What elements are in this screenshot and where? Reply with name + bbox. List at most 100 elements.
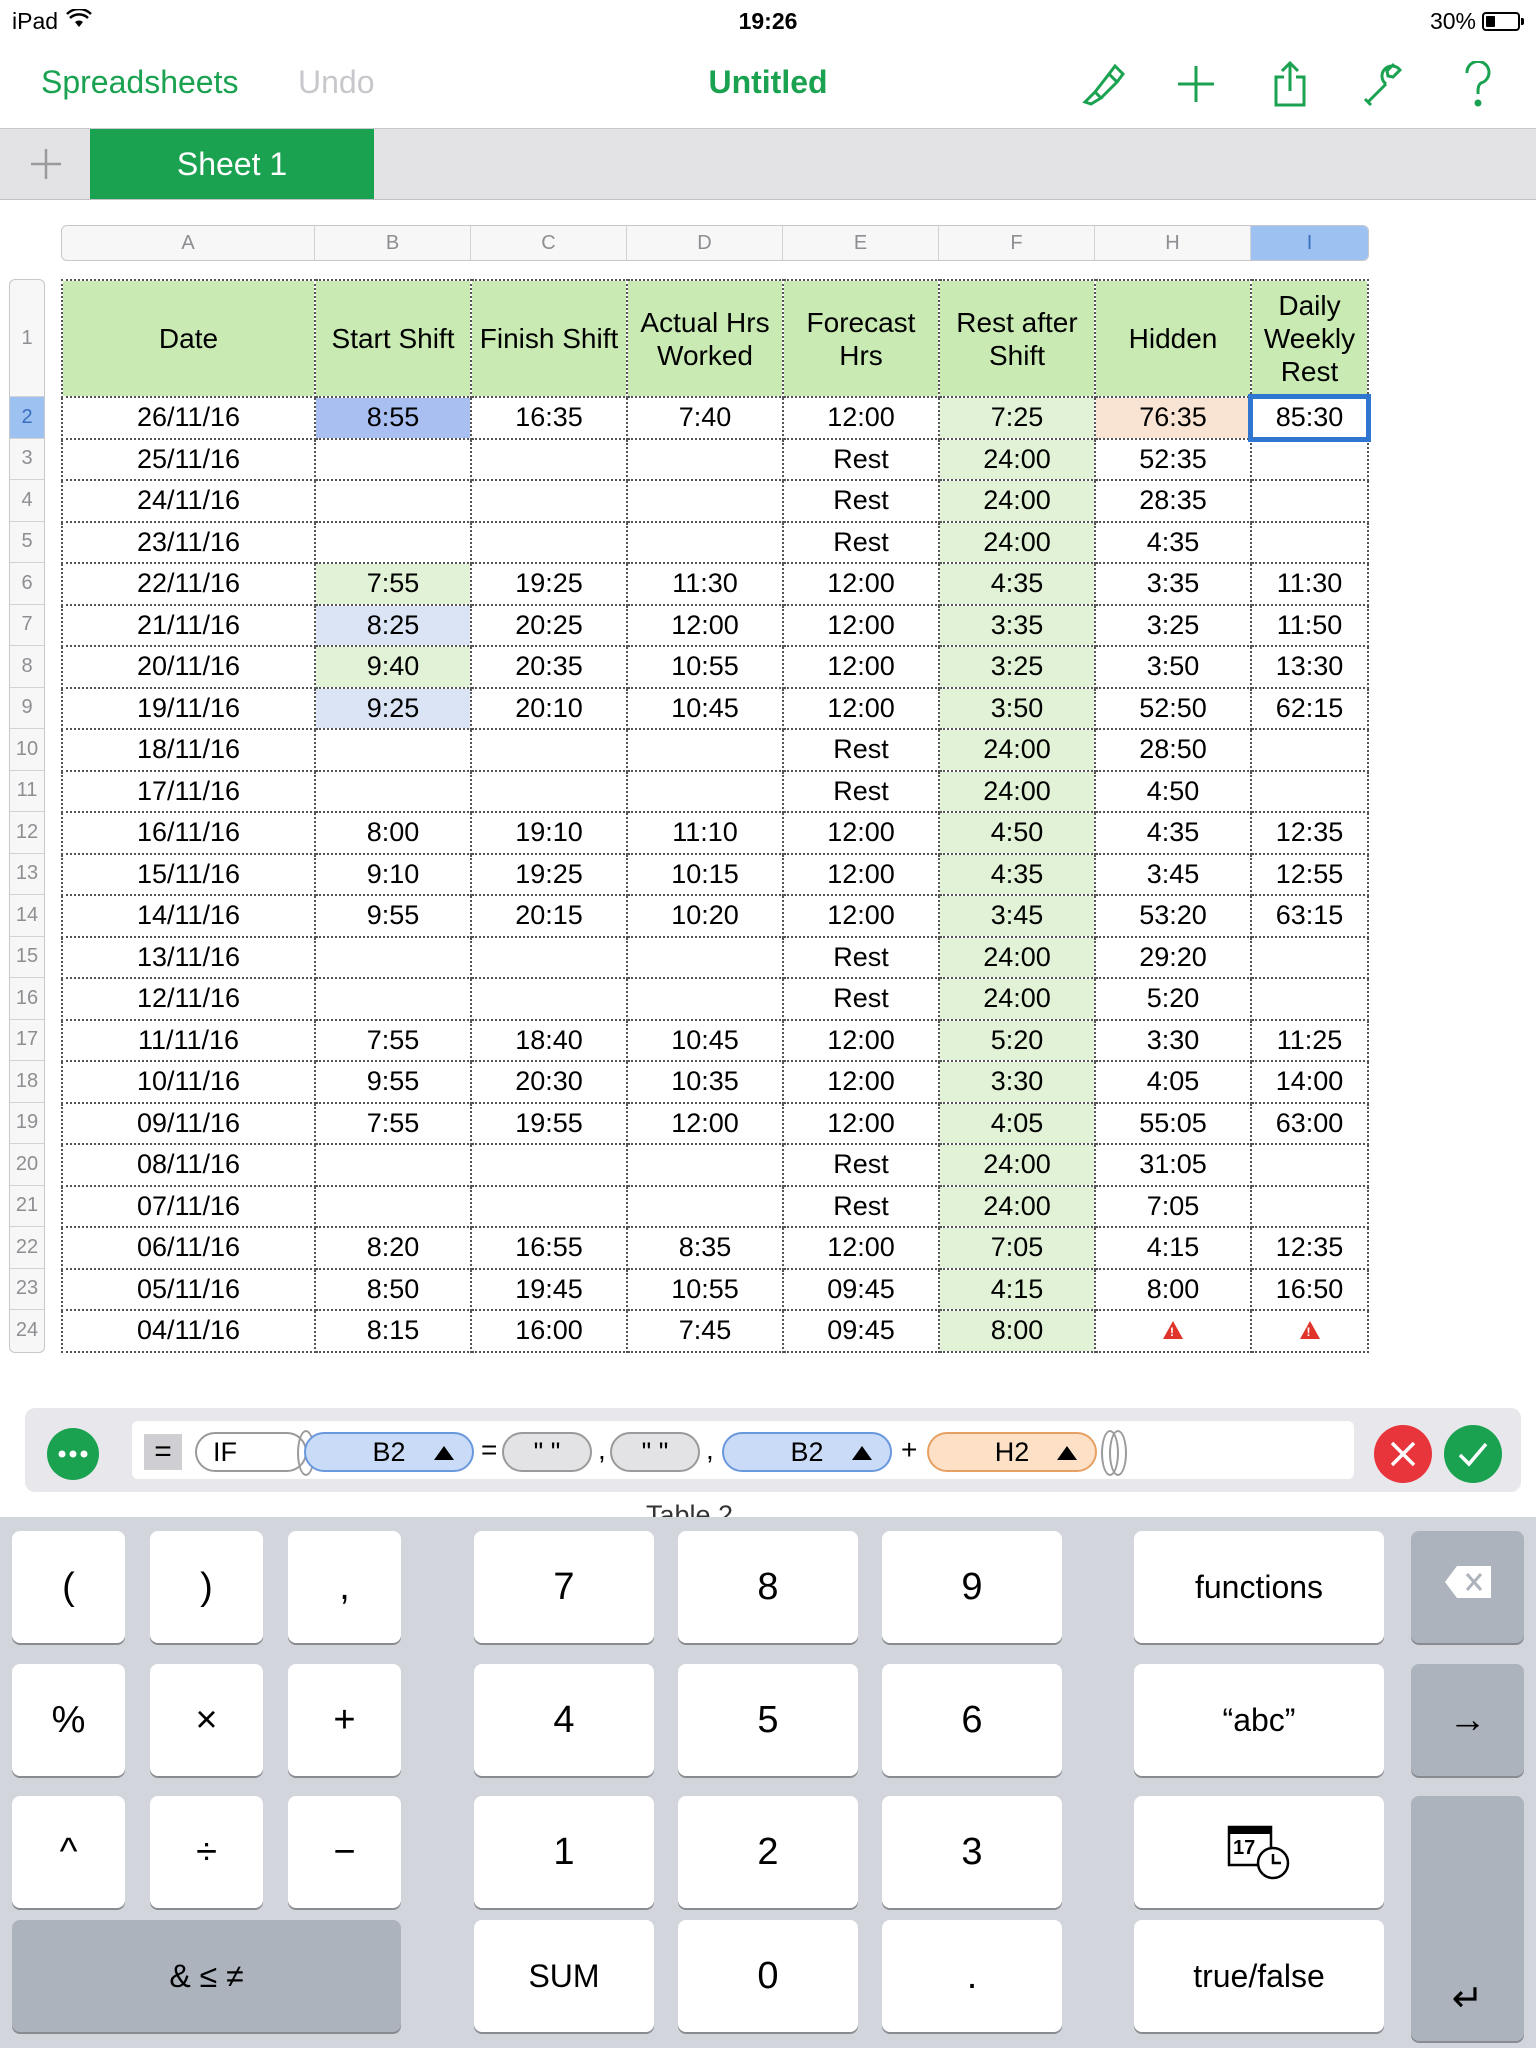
cell-date[interactable]: 04/11/16 xyxy=(61,1309,316,1353)
cell-actual-hrs-worked[interactable]: 8:35 xyxy=(626,1226,784,1270)
cell-actual-hrs-worked[interactable]: 10:20 xyxy=(626,894,784,938)
row-header[interactable]: 11 xyxy=(10,771,44,812)
cell-start-shift[interactable]: 7:55 xyxy=(314,562,472,606)
next-cell-key[interactable]: → xyxy=(1411,1664,1524,1776)
formula-function-if[interactable]: IF xyxy=(195,1432,307,1472)
cell-date[interactable]: 09/11/16 xyxy=(61,1101,316,1145)
key-7[interactable]: 7 xyxy=(474,1531,654,1643)
cell-daily-weekly-rest[interactable]: 16:50 xyxy=(1250,1267,1369,1311)
cell-rest-after-shift[interactable]: 7:05 xyxy=(938,1226,1096,1270)
cell-forecast-hrs[interactable]: 12:00 xyxy=(782,686,940,730)
key-6[interactable]: 6 xyxy=(882,1664,1062,1776)
header-cell-finish-shift[interactable]: Finish Shift xyxy=(470,279,628,398)
row-header[interactable]: 3 xyxy=(10,439,44,480)
cell-start-shift[interactable] xyxy=(314,977,472,1021)
column-header-b[interactable]: B xyxy=(315,226,471,260)
row-header[interactable]: 9 xyxy=(10,688,44,729)
delete-key[interactable] xyxy=(1411,1531,1524,1643)
formula-reference-b2[interactable]: B2 xyxy=(304,1432,474,1472)
cell-actual-hrs-worked[interactable]: 10:55 xyxy=(626,1267,784,1311)
cell-date[interactable]: 21/11/16 xyxy=(61,603,316,647)
cell-date[interactable]: 18/11/16 xyxy=(61,728,316,772)
cell-start-shift[interactable] xyxy=(314,437,472,481)
column-header-d[interactable]: D xyxy=(627,226,783,260)
cell-finish-shift[interactable]: 20:35 xyxy=(470,645,628,689)
cell-rest-after-shift[interactable]: 4:15 xyxy=(938,1267,1096,1311)
cell-hidden[interactable]: 52:35 xyxy=(1094,437,1252,481)
cell-forecast-hrs[interactable]: 12:00 xyxy=(782,645,940,689)
cell-date[interactable]: 05/11/16 xyxy=(61,1267,316,1311)
cell-rest-after-shift[interactable]: 7:25 xyxy=(938,396,1096,440)
cell-rest-after-shift[interactable]: 3:50 xyxy=(938,686,1096,730)
cell-actual-hrs-worked[interactable]: 12:00 xyxy=(626,603,784,647)
cell-actual-hrs-worked[interactable] xyxy=(626,728,784,772)
cell-forecast-hrs[interactable]: Rest xyxy=(782,1143,940,1187)
reference-menu-icon[interactable] xyxy=(434,1446,454,1460)
key-minus[interactable]: − xyxy=(288,1796,401,1908)
cell-rest-after-shift[interactable]: 3:25 xyxy=(938,645,1096,689)
row-header[interactable]: 19 xyxy=(10,1103,44,1144)
spreadsheet-table[interactable]: Date Start Shift Finish Shift Actual Hrs… xyxy=(61,279,1371,1353)
header-cell-hidden[interactable]: Hidden xyxy=(1094,279,1252,398)
help-icon[interactable] xyxy=(1448,58,1508,110)
cell-date[interactable]: 08/11/16 xyxy=(61,1143,316,1187)
cell-actual-hrs-worked[interactable] xyxy=(626,977,784,1021)
row-header[interactable]: 20 xyxy=(10,1144,44,1186)
cell-rest-after-shift[interactable]: 8:00 xyxy=(938,1309,1096,1353)
spreadsheets-back-button[interactable]: Spreadsheets xyxy=(41,64,238,101)
cell-date[interactable]: 07/11/16 xyxy=(61,1184,316,1228)
cell-hidden[interactable]: 4:35 xyxy=(1094,811,1252,855)
row-header[interactable]: 15 xyxy=(10,937,44,978)
cell-forecast-hrs[interactable]: 12:00 xyxy=(782,603,940,647)
cell-rest-after-shift[interactable]: 24:00 xyxy=(938,728,1096,772)
formula-string-token[interactable]: " " xyxy=(610,1432,700,1472)
row-header[interactable]: 24 xyxy=(10,1310,44,1352)
cell-date[interactable]: 22/11/16 xyxy=(61,562,316,606)
cell-forecast-hrs[interactable]: Rest xyxy=(782,769,940,813)
cell-actual-hrs-worked[interactable] xyxy=(626,1143,784,1187)
cell-date[interactable]: 15/11/16 xyxy=(61,852,316,896)
header-cell-rest-after-shift[interactable]: Rest after Shift xyxy=(938,279,1096,398)
text-abc-button[interactable]: “abc” xyxy=(1134,1664,1384,1776)
cell-rest-after-shift[interactable]: 24:00 xyxy=(938,479,1096,523)
cell-rest-after-shift[interactable]: 3:45 xyxy=(938,894,1096,938)
row-header[interactable]: 8 xyxy=(10,646,44,688)
warning-icon[interactable] xyxy=(1299,1321,1320,1340)
key-2[interactable]: 2 xyxy=(678,1796,858,1908)
key-caret[interactable]: ^ xyxy=(12,1796,125,1908)
cell-forecast-hrs[interactable]: 12:00 xyxy=(782,562,940,606)
cell-rest-after-shift[interactable]: 5:20 xyxy=(938,1018,1096,1062)
format-brush-icon[interactable] xyxy=(1072,58,1132,110)
row-header[interactable]: 2 xyxy=(10,397,44,439)
cell-forecast-hrs[interactable]: Rest xyxy=(782,1184,940,1228)
cell-daily-weekly-rest[interactable]: 85:30 xyxy=(1248,394,1371,442)
cell-actual-hrs-worked[interactable]: 10:45 xyxy=(626,686,784,730)
cell-daily-weekly-rest[interactable] xyxy=(1250,520,1369,564)
cell-start-shift[interactable]: 9:10 xyxy=(314,852,472,896)
key-decimal[interactable]: . xyxy=(882,1920,1062,2032)
key-1[interactable]: 1 xyxy=(474,1796,654,1908)
cell-actual-hrs-worked[interactable]: 10:35 xyxy=(626,1060,784,1104)
cell-date[interactable]: 23/11/16 xyxy=(61,520,316,564)
cell-start-shift[interactable]: 9:55 xyxy=(314,1060,472,1104)
cell-daily-weekly-rest[interactable]: 62:15 xyxy=(1250,686,1369,730)
cell-actual-hrs-worked[interactable] xyxy=(626,769,784,813)
cell-daily-weekly-rest[interactable] xyxy=(1250,769,1369,813)
row-header[interactable]: 21 xyxy=(10,1186,44,1227)
row-header[interactable]: 10 xyxy=(10,729,44,771)
cell-rest-after-shift[interactable]: 24:00 xyxy=(938,437,1096,481)
cell-forecast-hrs[interactable]: Rest xyxy=(782,437,940,481)
cell-actual-hrs-worked[interactable]: 10:15 xyxy=(626,852,784,896)
cell-daily-weekly-rest[interactable]: 12:35 xyxy=(1250,1226,1369,1270)
cell-forecast-hrs[interactable]: 12:00 xyxy=(782,1101,940,1145)
header-cell-forecast-hrs[interactable]: Forecast Hrs xyxy=(782,279,940,398)
formula-reference-h2[interactable]: H2 xyxy=(927,1432,1097,1472)
cell-daily-weekly-rest[interactable] xyxy=(1250,728,1369,772)
cell-daily-weekly-rest[interactable] xyxy=(1250,977,1369,1021)
share-icon[interactable] xyxy=(1260,58,1320,110)
cell-start-shift[interactable] xyxy=(314,935,472,979)
row-header[interactable]: 17 xyxy=(10,1020,44,1061)
cell-date[interactable]: 13/11/16 xyxy=(61,935,316,979)
cell-finish-shift[interactable]: 20:30 xyxy=(470,1060,628,1104)
cell-hidden[interactable]: 76:35 xyxy=(1094,396,1252,440)
